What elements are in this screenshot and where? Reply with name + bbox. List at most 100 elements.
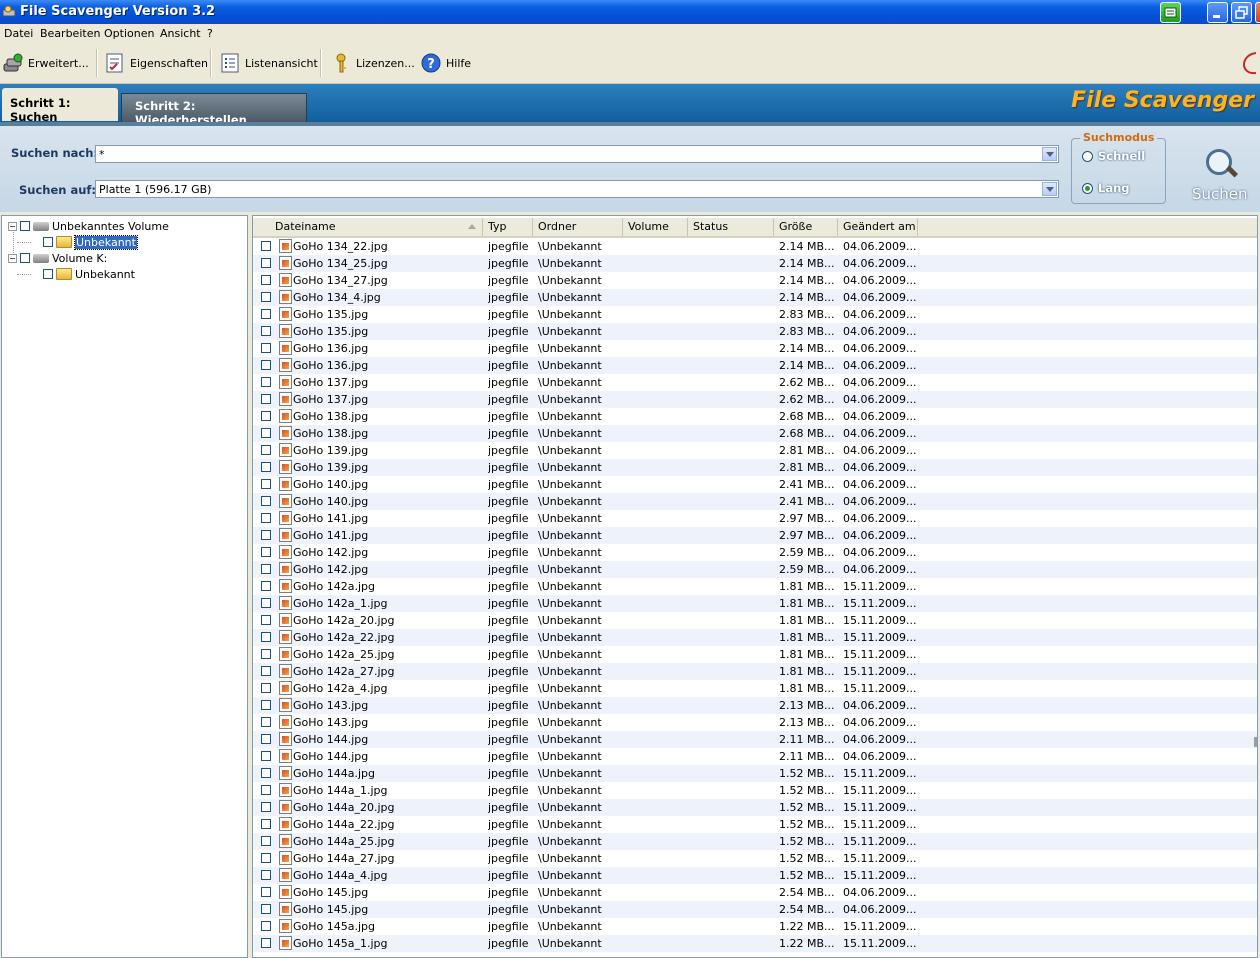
tree-checkbox[interactable] [43, 269, 53, 279]
table-row[interactable]: GoHo 137.jpg jpegfile \Unbekannt 2.62 MB...… [253, 374, 1257, 391]
table-row[interactable]: GoHo 142a.jpg jpegfile \Unbekannt 1.81 MB..… [253, 578, 1257, 595]
row-checkbox[interactable] [261, 887, 271, 897]
row-checkbox[interactable] [261, 717, 271, 727]
table-row[interactable]: GoHo 142.jpg jpegfile \Unbekannt 2.59 MB...… [253, 561, 1257, 578]
menu-datei[interactable]: Datei [4, 27, 33, 40]
row-checkbox[interactable] [261, 462, 271, 472]
table-row[interactable]: GoHo 145.jpg jpegfile \Unbekannt 2.54 MB...… [253, 901, 1257, 918]
advanced-button[interactable]: Erweitert... [2, 49, 89, 77]
table-row[interactable]: GoHo 142a_20.jpg jpegfile \Unbekannt 1.81 M… [253, 612, 1257, 629]
restore-button[interactable] [1231, 2, 1252, 23]
table-row[interactable]: GoHo 140.jpg jpegfile \Unbekannt 2.41 MB...… [253, 493, 1257, 510]
column-header-modified[interactable]: Geändert am [838, 218, 918, 236]
minimize-button[interactable] [1207, 2, 1228, 23]
table-row[interactable]: GoHo 141.jpg jpegfile \Unbekannt 2.97 MB...… [253, 510, 1257, 527]
column-header-filename[interactable]: Dateiname [253, 218, 483, 236]
chevron-down-icon[interactable] [1042, 147, 1057, 161]
table-row[interactable]: GoHo 143.jpg jpegfile \Unbekannt 2.13 MB...… [253, 714, 1257, 731]
search-button[interactable]: Suchen [1186, 145, 1250, 203]
tab-step-1[interactable]: Schritt 1: Suchen [2, 88, 118, 124]
table-row[interactable]: GoHo 142a_4.jpg jpegfile \Unbekannt 1.81 MB… [253, 680, 1257, 697]
row-checkbox[interactable] [261, 666, 271, 676]
tree-node-folder-unknown-k[interactable]: Unbekannt [43, 266, 135, 282]
row-checkbox[interactable] [261, 921, 271, 931]
tab-step-2[interactable]: Schritt 2: Wiederherstellen [121, 93, 307, 127]
table-row[interactable]: GoHo 144a_4.jpg jpegfile \Unbekannt 1.52 MB… [253, 867, 1257, 884]
row-checkbox[interactable] [261, 530, 271, 540]
row-checkbox[interactable] [261, 751, 271, 761]
table-row[interactable]: GoHo 134_25.jpg jpegfile \Unbekannt 2.14 MB… [253, 255, 1257, 272]
tree-checkbox[interactable] [43, 237, 53, 247]
menu-optionen[interactable]: Optionen [104, 27, 154, 40]
row-checkbox[interactable] [261, 768, 271, 778]
column-header-status[interactable]: Status [688, 218, 774, 236]
row-checkbox[interactable] [261, 343, 271, 353]
row-checkbox[interactable] [261, 649, 271, 659]
table-row[interactable]: GoHo 138.jpg jpegfile \Unbekannt 2.68 MB...… [253, 425, 1257, 442]
tree-checkbox[interactable] [20, 253, 30, 263]
table-row[interactable]: GoHo 144a_25.jpg jpegfile \Unbekannt 1.52 M… [253, 833, 1257, 850]
row-checkbox[interactable] [261, 836, 271, 846]
column-header-type[interactable]: Typ [483, 218, 533, 236]
chevron-down-icon[interactable] [1042, 182, 1057, 196]
radio-long-label[interactable]: Lang [1098, 181, 1130, 195]
row-checkbox[interactable] [261, 377, 271, 387]
table-row[interactable]: GoHo 142.jpg jpegfile \Unbekannt 2.59 MB...… [253, 544, 1257, 561]
row-checkbox[interactable] [261, 853, 271, 863]
table-row[interactable]: GoHo 135.jpg jpegfile \Unbekannt 2.83 MB...… [253, 323, 1257, 340]
table-row[interactable]: GoHo 144a_27.jpg jpegfile \Unbekannt 1.52 M… [253, 850, 1257, 867]
licenses-button[interactable]: Lizenzen... [330, 49, 415, 77]
tree-node-volume-k[interactable]: − Volume K: [8, 250, 107, 266]
table-row[interactable]: GoHo 137.jpg jpegfile \Unbekannt 2.62 MB...… [253, 391, 1257, 408]
row-checkbox[interactable] [261, 258, 271, 268]
table-row[interactable]: GoHo 144a.jpg jpegfile \Unbekannt 1.52 MB..… [253, 765, 1257, 782]
resize-grip[interactable] [1254, 737, 1257, 747]
radio-quick-label[interactable]: Schnell [1098, 149, 1145, 163]
table-row[interactable]: GoHo 144a_22.jpg jpegfile \Unbekannt 1.52 M… [253, 816, 1257, 833]
row-checkbox[interactable] [261, 275, 271, 285]
row-checkbox[interactable] [261, 360, 271, 370]
properties-button[interactable]: Eigenschaften [104, 49, 208, 77]
table-row[interactable]: GoHo 142a_1.jpg jpegfile \Unbekannt 1.81 MB… [253, 595, 1257, 612]
table-row[interactable]: GoHo 143.jpg jpegfile \Unbekannt 2.13 MB...… [253, 697, 1257, 714]
row-checkbox[interactable] [261, 479, 271, 489]
tray-button[interactable] [1160, 2, 1181, 23]
table-row[interactable]: GoHo 142a_27.jpg jpegfile \Unbekannt 1.81 M… [253, 663, 1257, 680]
row-checkbox[interactable] [261, 547, 271, 557]
menu-help[interactable]: ? [207, 27, 213, 40]
column-header-size[interactable]: Größe [774, 218, 838, 236]
search-on-combo[interactable]: Platte 1 (596.17 GB) [95, 180, 1059, 198]
row-checkbox[interactable] [261, 411, 271, 421]
row-checkbox[interactable] [261, 904, 271, 914]
row-checkbox[interactable] [261, 326, 271, 336]
column-header-folder[interactable]: Ordner [533, 218, 623, 236]
row-checkbox[interactable] [261, 564, 271, 574]
row-checkbox[interactable] [261, 734, 271, 744]
table-row[interactable]: GoHo 144a_1.jpg jpegfile \Unbekannt 1.52 MB… [253, 782, 1257, 799]
row-checkbox[interactable] [261, 513, 271, 523]
row-checkbox[interactable] [261, 819, 271, 829]
table-row[interactable]: GoHo 140.jpg jpegfile \Unbekannt 2.41 MB...… [253, 476, 1257, 493]
search-for-combo[interactable]: * [95, 145, 1059, 163]
tree-node-volume-unknown[interactable]: − Unbekanntes Volume [8, 218, 169, 234]
row-checkbox[interactable] [261, 785, 271, 795]
close-button[interactable] [1255, 2, 1260, 23]
row-checkbox[interactable] [261, 445, 271, 455]
row-checkbox[interactable] [261, 683, 271, 693]
table-row[interactable]: GoHo 144.jpg jpegfile \Unbekannt 2.11 MB...… [253, 731, 1257, 748]
table-row[interactable]: GoHo 145a_1.jpg jpegfile \Unbekannt 1.22 MB… [253, 935, 1257, 952]
tree-node-folder-unknown[interactable]: Unbekannt [43, 234, 138, 250]
table-row[interactable]: GoHo 144a_20.jpg jpegfile \Unbekannt 1.52 M… [253, 799, 1257, 816]
table-row[interactable]: GoHo 136.jpg jpegfile \Unbekannt 2.14 MB...… [253, 357, 1257, 374]
table-row[interactable]: GoHo 144.jpg jpegfile \Unbekannt 2.11 MB...… [253, 748, 1257, 765]
row-checkbox[interactable] [261, 428, 271, 438]
collapse-icon[interactable]: − [8, 253, 17, 263]
row-checkbox[interactable] [261, 870, 271, 880]
row-checkbox[interactable] [261, 632, 271, 642]
radio-quick[interactable] [1082, 151, 1093, 162]
collapse-icon[interactable]: − [8, 221, 17, 231]
table-row[interactable]: GoHo 134_22.jpg jpegfile \Unbekannt 2.14 MB… [253, 238, 1257, 255]
row-checkbox[interactable] [261, 802, 271, 812]
table-row[interactable]: GoHo 139.jpg jpegfile \Unbekannt 2.81 MB...… [253, 442, 1257, 459]
table-row[interactable]: GoHo 135.jpg jpegfile \Unbekannt 2.83 MB...… [253, 306, 1257, 323]
